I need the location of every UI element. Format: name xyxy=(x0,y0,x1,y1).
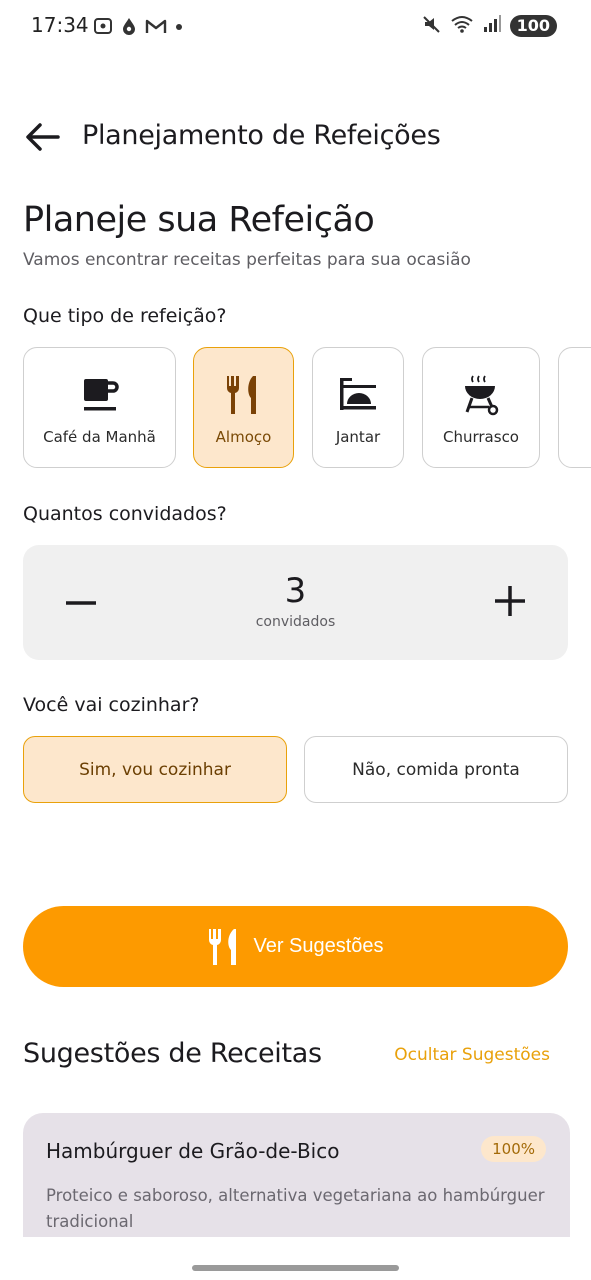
screenshot-icon xyxy=(92,15,114,41)
suggestions-title: Sugestões de Receitas xyxy=(23,1038,322,1069)
page-title: Planeje sua Refeição xyxy=(23,200,375,240)
guests-stepper: 3 convidados xyxy=(23,545,568,660)
recipe-name: Hambúrguer de Grão-de-Bico xyxy=(46,1139,340,1163)
arrow-back-icon xyxy=(26,123,60,151)
meal-type-selector: Café da Manhã Almoço Jantar Churrasco xyxy=(23,347,591,469)
match-badge: 100% xyxy=(481,1136,546,1162)
top-app-bar: Planejamento de Refeições xyxy=(0,108,591,168)
cook-yes-button[interactable]: Sim, vou cozinhar xyxy=(23,736,287,803)
guests-label: Quantos convidados? xyxy=(23,503,227,525)
coffee-cup-icon xyxy=(24,373,175,417)
increase-guests-button[interactable] xyxy=(490,581,530,621)
meal-option-label: Churrasco xyxy=(443,428,519,446)
status-right-icons: 100 xyxy=(422,14,557,38)
meal-option-cafe-da-manha[interactable]: Café da Manhã xyxy=(23,347,176,468)
meal-option-label: Almoço xyxy=(215,428,272,446)
page-subtitle: Vamos encontrar receitas perfeitas para … xyxy=(23,250,471,270)
app-bar-title: Planejamento de Refeições xyxy=(82,120,441,151)
battery-indicator: 100 xyxy=(509,15,557,37)
meal-option-label: Jantar xyxy=(335,428,381,446)
dot-icon xyxy=(174,16,184,40)
signal-icon xyxy=(482,14,502,38)
hide-suggestions-link[interactable]: Ocultar Sugestões xyxy=(394,1045,550,1065)
meal-option-almoco[interactable]: Almoço xyxy=(193,347,294,468)
recipe-description: Proteico e saboroso, alternativa vegetar… xyxy=(46,1186,545,1231)
meal-option-jantar[interactable]: Jantar xyxy=(312,347,404,468)
home-indicator[interactable] xyxy=(192,1265,399,1271)
status-left-icons xyxy=(92,15,184,41)
guests-unit-label: convidados xyxy=(255,614,336,630)
status-bar: 17:34 100 xyxy=(0,0,591,56)
plus-icon xyxy=(495,586,525,616)
meal-option-churrasco[interactable]: Churrasco xyxy=(422,347,540,468)
status-time: 17:34 xyxy=(31,13,89,37)
wifi-icon xyxy=(450,14,474,38)
meal-option-label: Café da Manhã xyxy=(43,428,156,446)
drop-icon xyxy=(120,15,138,41)
fork-knife-icon xyxy=(194,373,293,417)
cook-no-button[interactable]: Não, comida pronta xyxy=(304,736,568,803)
see-suggestions-label: Ver Sugestões xyxy=(253,935,384,957)
meal-option-more[interactable] xyxy=(558,347,591,468)
grill-icon xyxy=(423,373,539,417)
meal-type-label: Que tipo de refeição? xyxy=(23,305,227,327)
gmail-icon xyxy=(144,16,168,40)
back-button[interactable] xyxy=(22,120,62,154)
dinner-tray-icon xyxy=(313,373,403,417)
restaurant-icon xyxy=(209,928,237,965)
see-suggestions-button[interactable]: Ver Sugestões xyxy=(23,906,568,987)
mute-icon xyxy=(422,14,442,38)
guests-count: 3 xyxy=(284,571,307,611)
recipe-card[interactable]: Hambúrguer de Grão-de-Bico 100% Proteico… xyxy=(23,1113,570,1237)
cooking-label: Você vai cozinhar? xyxy=(23,694,200,716)
